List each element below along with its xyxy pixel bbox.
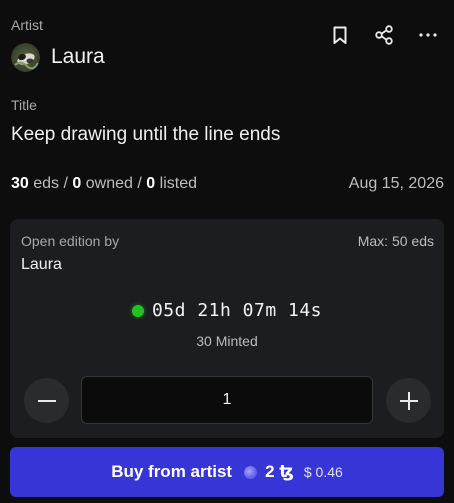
tezos-coin-icon [244,465,258,479]
countdown: 05d 21h 07m 14s [10,300,444,321]
artist-label: Artist [11,17,43,33]
edition-stats: 30 eds / 0 owned / 0 listed [11,173,197,195]
mint-card: Open edition by Laura Max: 50 eds 05d 21… [10,219,444,438]
stats-separator: / [63,175,68,192]
minted-count: 30 Minted [196,333,258,349]
owned-label: owned [85,175,133,192]
mint-date: Aug 15, 2026 [348,175,444,192]
countdown-timer: 05d 21h 07m 14s [151,300,323,321]
buy-from-artist-button[interactable]: Buy from artist 2 ꜩ $ 0.46 [10,447,444,497]
buy-price-usd: $ 0.46 [303,464,343,480]
minus-icon [37,399,56,402]
buy-price: 2 ꜩ [265,462,294,481]
max-editions: Max: 50 eds [357,233,434,249]
owned-count: 0 [72,175,82,192]
buy-button-label: Buy from artist [111,462,233,481]
token-detail-panel: Artist Laura Title Keep drawing until th… [0,0,454,503]
artist-link[interactable]: Laura [11,42,105,72]
listed-label: listed [159,175,197,192]
token-title: Keep drawing until the line ends [11,124,281,145]
plus-icon [399,391,418,410]
increase-quantity-button[interactable] [386,378,431,423]
quantity-stepper [23,376,431,426]
quantity-input[interactable] [81,376,373,424]
editions-count: 30 [11,175,29,192]
header-actions [328,22,440,48]
editions-label: eds [33,175,60,192]
bookmark-icon[interactable] [328,22,352,48]
edition-artist: Laura [21,256,62,273]
live-status-icon [131,304,144,317]
decrease-quantity-button[interactable] [24,378,69,423]
share-icon[interactable] [372,22,396,48]
stats-separator: / [137,175,142,192]
listed-count: 0 [146,175,156,192]
edition-type-label: Open edition by [21,233,120,249]
artist-name: Laura [51,45,105,68]
avatar [11,42,40,72]
title-label: Title [11,97,37,113]
more-icon[interactable] [416,22,440,48]
